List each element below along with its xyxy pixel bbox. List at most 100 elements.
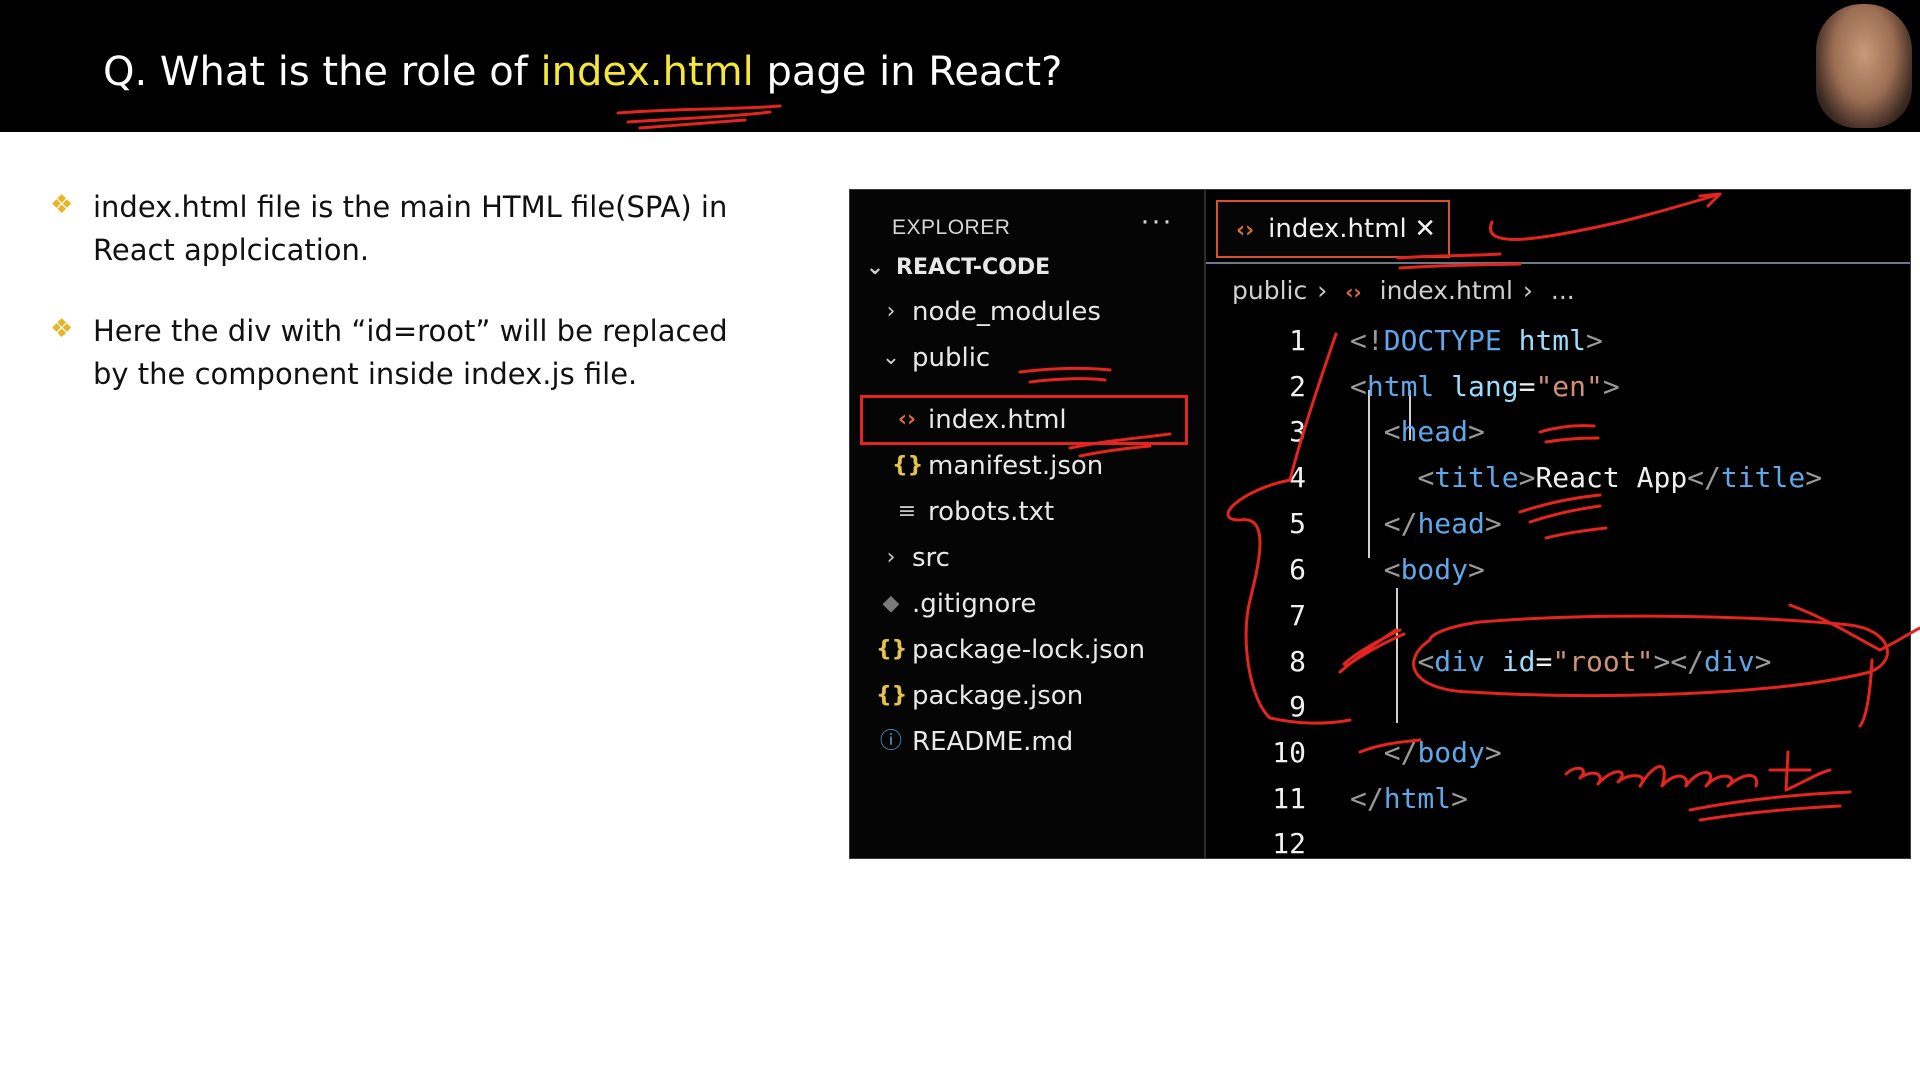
tree-item-gitignore[interactable]: ◆ .gitignore bbox=[876, 582, 1037, 626]
token: html bbox=[1366, 370, 1435, 403]
explorer-panel: EXPLORER ··· ⌄ REACT-CODE › node_modules ⌄… bbox=[850, 190, 1204, 858]
token: div bbox=[1434, 645, 1485, 678]
json-icon: {} bbox=[892, 453, 924, 478]
tree-item-manifest-json[interactable]: {} manifest.json bbox=[892, 444, 1103, 488]
line-number: 6 bbox=[1289, 553, 1306, 586]
code-line: 3 <head> bbox=[1206, 409, 1485, 455]
bullet-list: ❖ index.html file is the main HTML file(… bbox=[50, 186, 770, 434]
slide-header: Q. What is the role of index.html page i… bbox=[0, 0, 1920, 132]
tab-index-html[interactable]: ‹› index.html ✕ bbox=[1216, 200, 1450, 258]
tree-item-label: package-lock.json bbox=[912, 635, 1146, 665]
tree-item-robots-txt[interactable]: ≡ robots.txt bbox=[892, 490, 1054, 534]
token: = bbox=[1535, 645, 1553, 678]
tree-item-readme-md[interactable]: ⓘ README.md bbox=[876, 720, 1073, 764]
breadcrumb: public › ‹› index.html › ... bbox=[1232, 266, 1585, 316]
line-number: 7 bbox=[1289, 599, 1306, 632]
line-number: 1 bbox=[1289, 324, 1306, 357]
line-number: 3 bbox=[1289, 415, 1306, 448]
token: div bbox=[1704, 645, 1755, 678]
token: id bbox=[1484, 645, 1536, 678]
code-line: 6 <body> bbox=[1206, 547, 1485, 593]
line-number: 8 bbox=[1289, 645, 1306, 678]
selection-annotation-box bbox=[860, 395, 1188, 445]
line-number: 9 bbox=[1289, 690, 1306, 723]
token: > bbox=[1451, 782, 1469, 815]
breadcrumb-item[interactable]: public bbox=[1232, 276, 1307, 305]
token: DOCTYPE bbox=[1383, 324, 1502, 357]
tree-item-label: manifest.json bbox=[928, 451, 1104, 481]
code-line: 4 <title>React App</title> bbox=[1206, 455, 1822, 501]
token: < bbox=[1417, 461, 1435, 494]
html-icon: ‹› bbox=[1236, 218, 1255, 243]
more-actions-icon[interactable]: ··· bbox=[1140, 204, 1173, 238]
code-area: 1 <!DOCTYPE html> 2 <html lang="en"> 3 <he… bbox=[1206, 318, 1910, 858]
token: < bbox=[1350, 370, 1367, 403]
tree-item-node-modules[interactable]: › node_modules bbox=[876, 290, 1101, 334]
token: head bbox=[1417, 507, 1485, 540]
breadcrumb-item[interactable]: index.html bbox=[1380, 276, 1513, 305]
tab-bar: ‹› index.html ✕ bbox=[1206, 190, 1910, 264]
git-icon: ◆ bbox=[882, 591, 900, 616]
line-number: 11 bbox=[1272, 782, 1306, 815]
token: > bbox=[1484, 507, 1502, 540]
explorer-title: EXPLORER bbox=[892, 216, 1011, 239]
diamond-bullet-icon: ❖ bbox=[50, 313, 74, 343]
token: </ bbox=[1687, 461, 1721, 494]
code-line: 5 </head> bbox=[1206, 501, 1502, 547]
tree-item-label: .gitignore bbox=[912, 589, 1037, 619]
text-file-icon: ≡ bbox=[897, 499, 917, 524]
chevron-right-icon: › bbox=[886, 299, 896, 324]
title-highlight: index.html bbox=[540, 49, 754, 95]
token: < bbox=[1417, 645, 1435, 678]
diamond-bullet-icon: ❖ bbox=[50, 189, 74, 219]
breadcrumb-item[interactable]: ... bbox=[1551, 276, 1575, 305]
token: </ bbox=[1383, 507, 1418, 540]
token: title bbox=[1720, 461, 1806, 494]
chevron-down-icon: ⌄ bbox=[881, 345, 901, 370]
code-editor-screenshot: EXPLORER ··· ⌄ REACT-CODE › node_modules ⌄… bbox=[849, 189, 1911, 859]
line-number: 12 bbox=[1272, 827, 1306, 859]
tree-item-label: package.json bbox=[912, 681, 1084, 711]
token: React App bbox=[1535, 461, 1688, 494]
code-line: 11 </html> bbox=[1206, 776, 1468, 822]
tree-item-label: public bbox=[912, 343, 991, 373]
tree-item-label: src bbox=[912, 543, 950, 573]
token: <! bbox=[1350, 324, 1384, 357]
bullet-line: React applcication. bbox=[93, 233, 370, 267]
token: body bbox=[1400, 553, 1469, 586]
token: body bbox=[1417, 736, 1485, 769]
chevron-right-icon: › bbox=[1317, 276, 1328, 305]
token: head bbox=[1400, 415, 1469, 448]
line-number: 10 bbox=[1272, 736, 1306, 769]
close-icon[interactable]: ✕ bbox=[1414, 202, 1436, 256]
bullet-item: ❖ Here the div with “id=root” will be re… bbox=[50, 310, 770, 396]
chevron-right-icon: › bbox=[1522, 276, 1533, 305]
json-icon: {} bbox=[876, 683, 908, 708]
root-folder-label: REACT-CODE bbox=[896, 255, 1051, 280]
presenter-avatar bbox=[1816, 4, 1912, 128]
token: </ bbox=[1350, 782, 1384, 815]
tree-root-folder[interactable]: ⌄ REACT-CODE bbox=[860, 246, 1050, 290]
token: < bbox=[1383, 415, 1401, 448]
info-icon: ⓘ bbox=[879, 729, 902, 754]
token: html bbox=[1501, 324, 1587, 357]
line-number: 5 bbox=[1289, 507, 1306, 540]
token: > bbox=[1754, 645, 1772, 678]
tree-item-public[interactable]: ⌄ public bbox=[876, 336, 990, 380]
html-icon: ‹› bbox=[1345, 280, 1362, 304]
tree-item-label: node_modules bbox=[912, 297, 1101, 327]
slide-title: Q. What is the role of index.html page i… bbox=[103, 44, 1062, 100]
bullet-line: index.html file is the main HTML file(SP… bbox=[93, 190, 728, 224]
code-line: 10 </body> bbox=[1206, 730, 1501, 776]
tree-item-label: robots.txt bbox=[928, 497, 1055, 527]
tree-item-src[interactable]: › src bbox=[876, 536, 950, 580]
tree-item-label: README.md bbox=[912, 727, 1074, 757]
bullet-item: ❖ index.html file is the main HTML file(… bbox=[50, 186, 770, 272]
tree-item-package-lock-json[interactable]: {} package-lock.json bbox=[876, 628, 1145, 672]
tree-item-package-json[interactable]: {} package.json bbox=[876, 674, 1083, 718]
tab-label: index.html bbox=[1268, 214, 1407, 244]
code-line: 7 bbox=[1206, 593, 1350, 639]
code-line: 2 <html lang="en"> bbox=[1206, 364, 1620, 410]
code-line: 9 bbox=[1206, 684, 1350, 730]
token: > bbox=[1805, 461, 1823, 494]
